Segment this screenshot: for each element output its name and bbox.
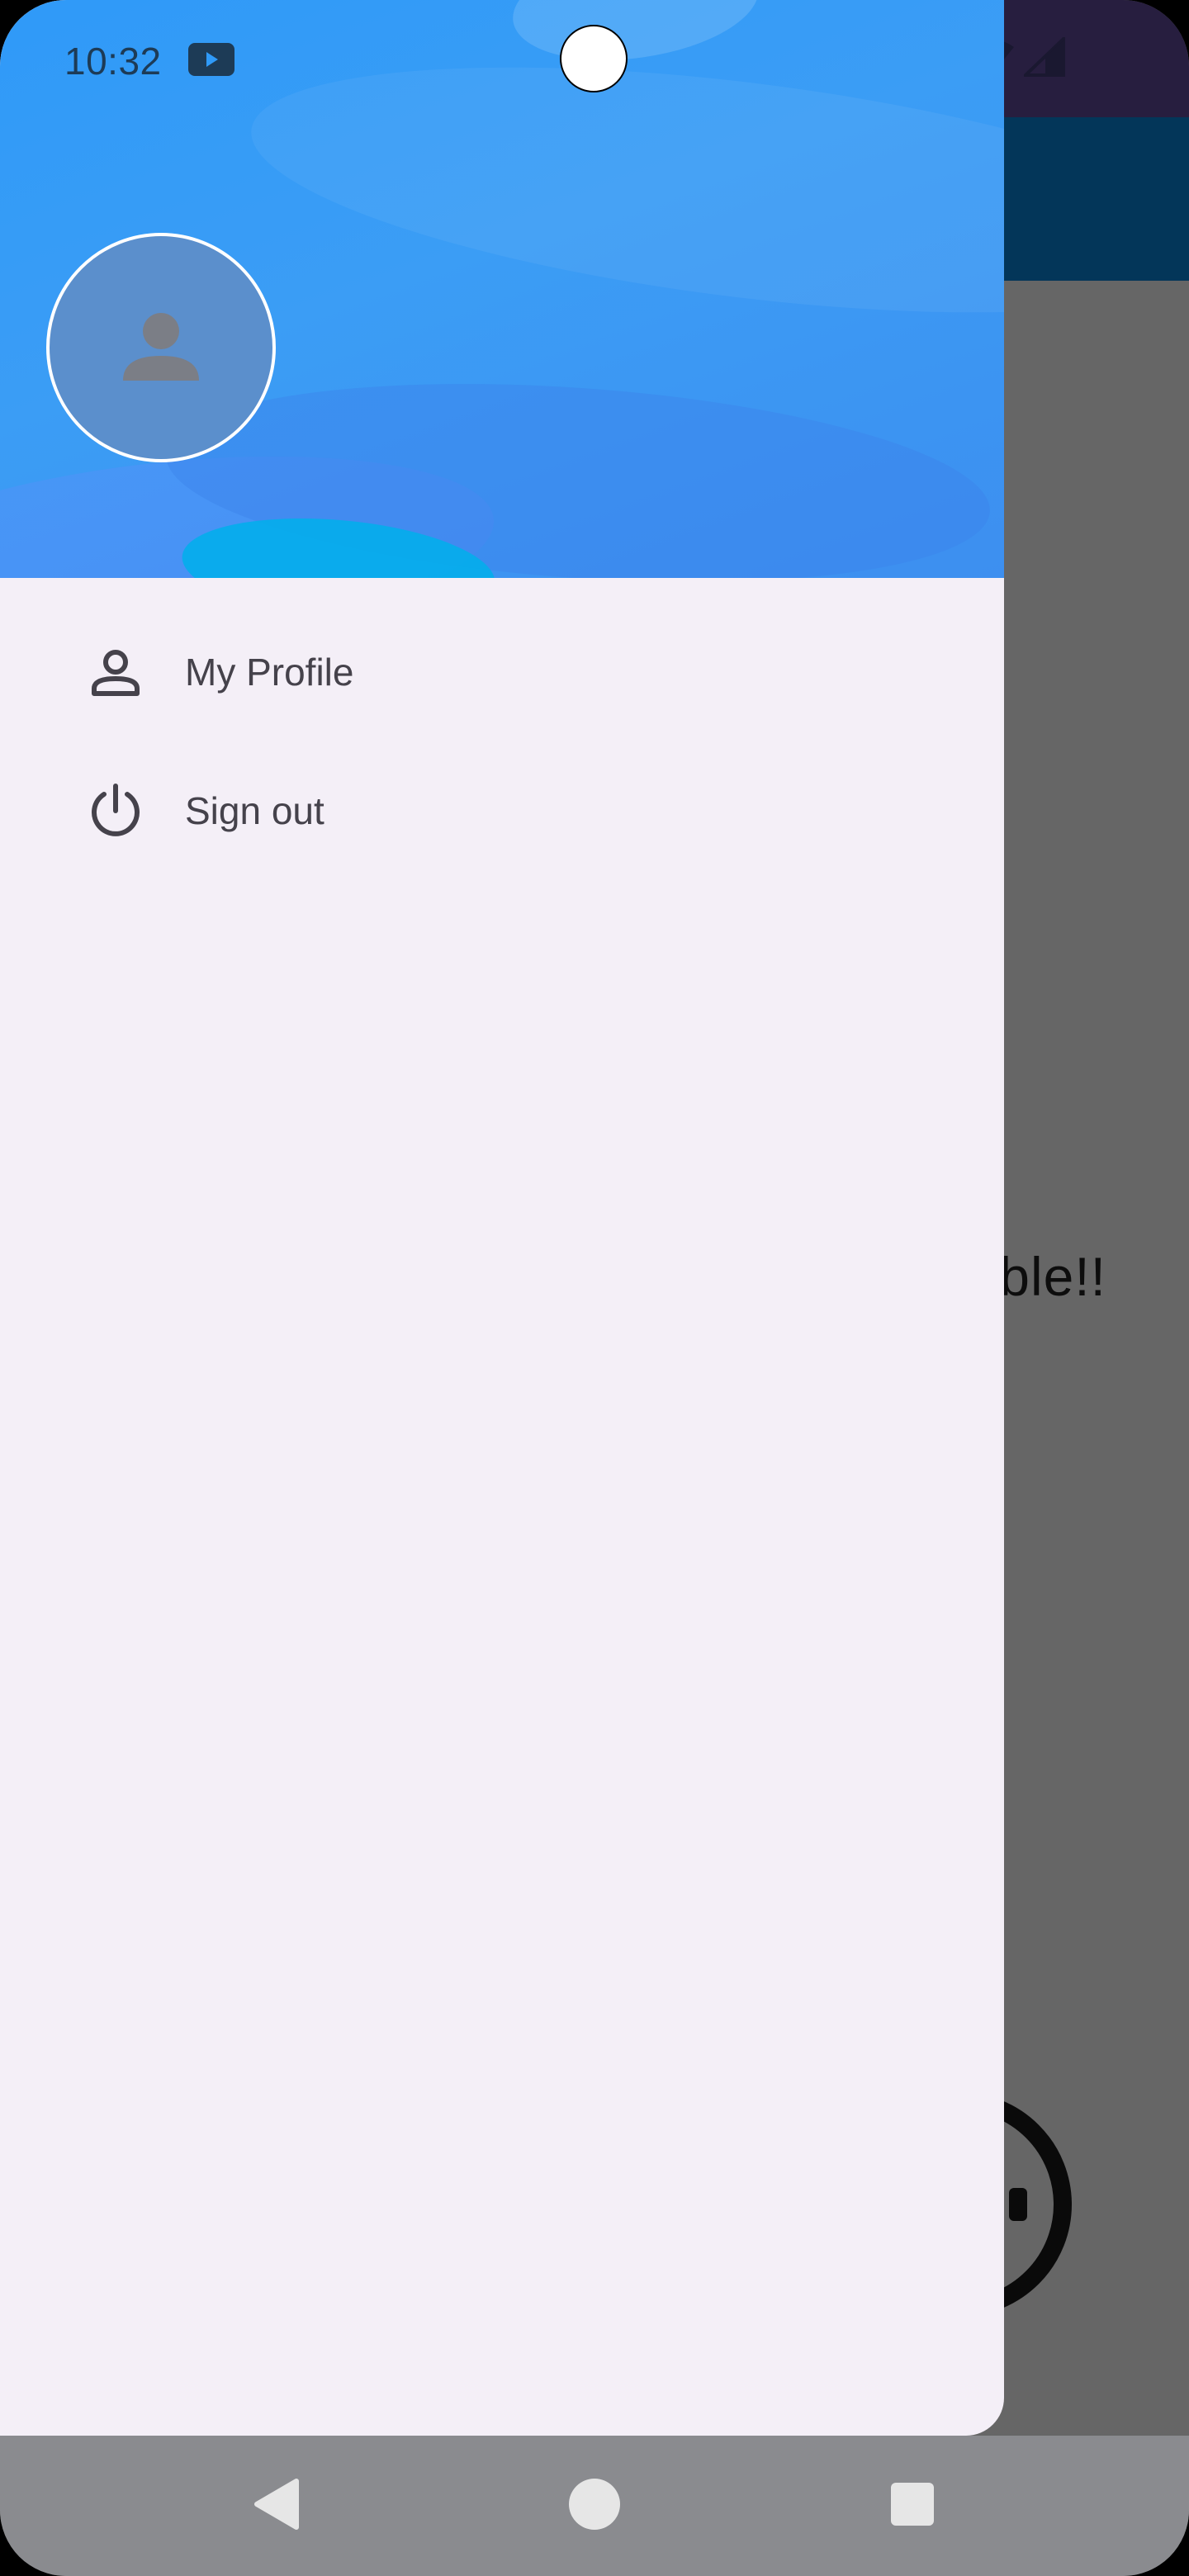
home-icon	[568, 2478, 621, 2535]
header-decoration	[505, 0, 766, 75]
power-icon	[83, 778, 149, 844]
signal-icon	[1021, 34, 1065, 81]
drawer-header: 10:32	[0, 0, 1004, 578]
drawer-menu: My Profile Sign out	[0, 603, 1004, 880]
menu-item-sign-out[interactable]: Sign out	[0, 741, 1004, 880]
status-bar-left: 10:32	[64, 36, 234, 86]
status-time: 10:32	[64, 40, 162, 83]
camera-cutout	[560, 25, 628, 92]
youtube-icon	[187, 42, 234, 80]
phone-screen: ble!! 10:32 My Profile Sign out	[0, 0, 1189, 2576]
navigation-drawer: 10:32 My Profile Sign out	[0, 0, 1004, 2436]
system-navigation-bar	[0, 2436, 1189, 2576]
recents-icon	[889, 2481, 936, 2531]
recents-button[interactable]	[842, 2436, 983, 2576]
menu-label-sign-out: Sign out	[185, 789, 324, 832]
back-icon	[252, 2478, 301, 2535]
person-icon	[120, 305, 202, 391]
menu-item-my-profile[interactable]: My Profile	[0, 603, 1004, 741]
menu-label-my-profile: My Profile	[185, 651, 354, 694]
person-outline-icon	[83, 639, 149, 705]
home-button[interactable]	[524, 2436, 665, 2576]
back-button[interactable]	[206, 2436, 347, 2576]
avatar[interactable]	[46, 233, 276, 462]
